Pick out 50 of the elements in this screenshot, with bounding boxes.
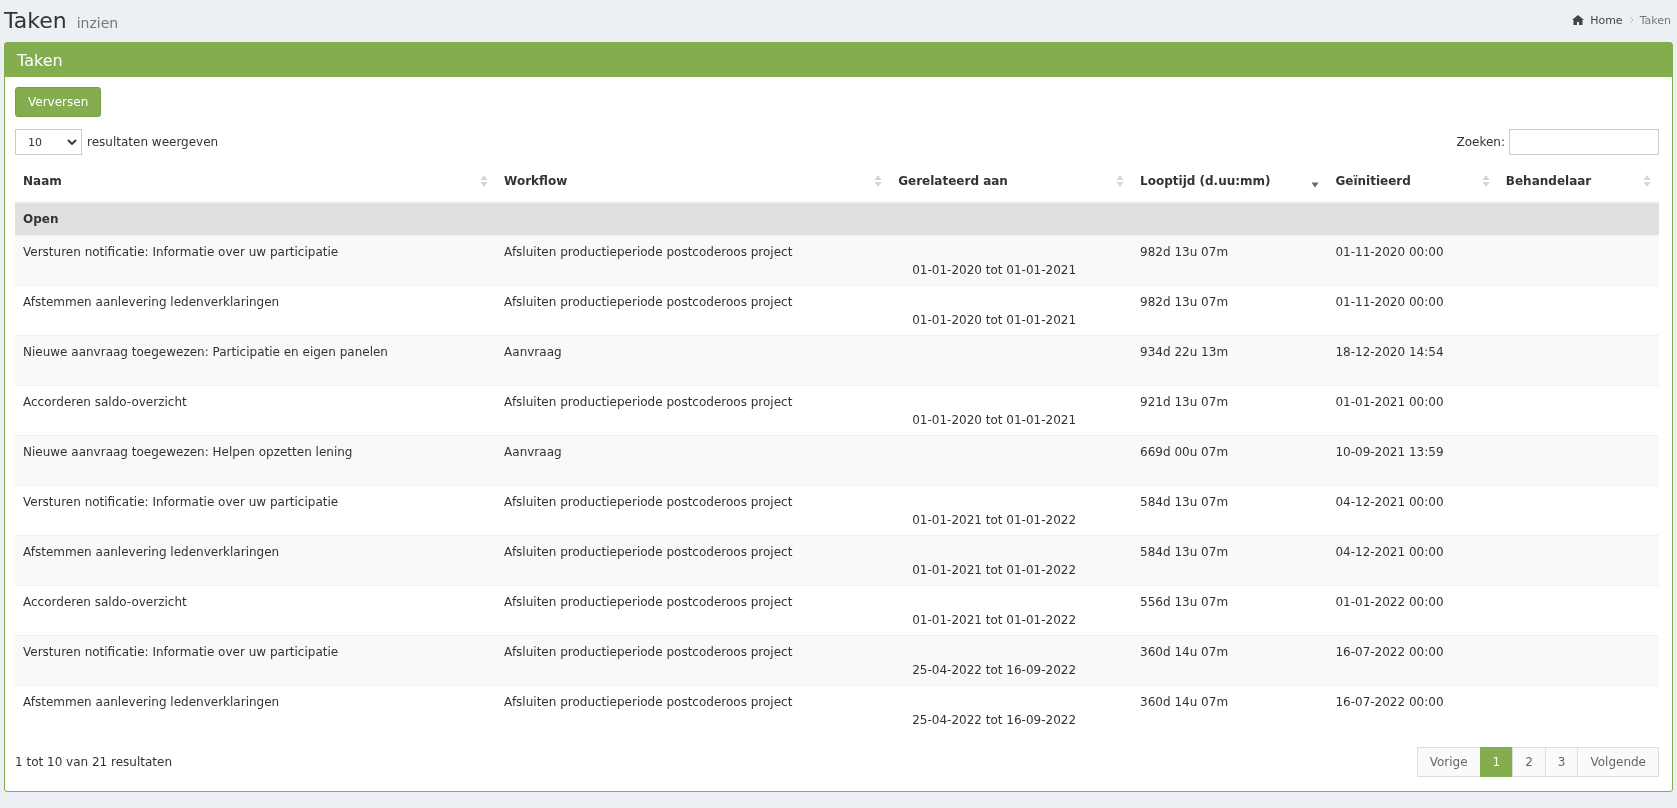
breadcrumb-item: Taken <box>1639 13 1671 27</box>
next-button[interactable]: Volgende <box>1577 747 1659 777</box>
table-cell: 01-01-2021 tot 01-01-2022 <box>912 512 1077 527</box>
search-field[interactable] <box>1509 129 1659 155</box>
table-cell: 01-01-2020 tot 01-01-2021 <box>912 412 1077 427</box>
table-cell: Afsluiten productieperiode postcoderoos project <box>496 635 891 685</box>
breadcrumb-item[interactable]: Home <box>1590 13 1623 27</box>
table-cell: 10-09-2021 13:59 <box>1327 435 1498 485</box>
table-cell: 01-01-2020 tot 01-01-2021 <box>912 262 1077 277</box>
table-cell: Versturen notificatie: Informatie over uw participatie <box>15 635 497 685</box>
table-cell: 584d 13u 07m <box>1132 535 1328 585</box>
table-cell: Afstemmen aanlevering ledenverklaringen <box>15 535 497 585</box>
table-cell: 982d 13u 07m <box>1132 235 1328 285</box>
previous-button[interactable]: Vorige <box>1416 747 1481 777</box>
table-cell: 25-04-2022 tot 16-09-2022 <box>912 662 1077 677</box>
chevron-down-icon <box>67 138 77 146</box>
page-button[interactable]: 3 <box>1544 747 1579 777</box>
table-cell: 934d 22u 13m <box>1132 335 1328 385</box>
table-cell: 01-01-2021 tot 01-01-2022 <box>912 612 1077 627</box>
table-cell: 01-01-2021 tot 01-01-2022 <box>912 562 1077 577</box>
table-cell: 360d 14u 07m <box>1132 685 1328 735</box>
results-info: 1 tot 10 van 21 resultaten <box>15 755 173 769</box>
home-icon <box>1572 15 1585 25</box>
table-cell: 16-07-2022 00:00 <box>1327 685 1498 735</box>
table-cell: Afstemmen aanlevering ledenverklaringen <box>15 685 497 735</box>
table-cell: Afsluiten productieperiode postcoderoos project <box>496 535 891 585</box>
table-cell: 01-01-2020 tot 01-01-2021 <box>912 312 1077 327</box>
table-cell: Aanvraag <box>496 335 891 385</box>
table-cell: Versturen notificatie: Informatie over uw participatie <box>15 235 497 285</box>
table-cell: 18-12-2020 14:54 <box>1327 335 1498 385</box>
page-subtitle: inzien <box>76 14 119 31</box>
page-button[interactable]: 2 <box>1512 747 1546 777</box>
table-cell: 16-07-2022 00:00 <box>1327 635 1498 685</box>
table-cell: 04-12-2021 00:00 <box>1327 535 1498 585</box>
table-cell: 01-11-2020 00:00 <box>1327 235 1498 285</box>
table-cell: 360d 14u 07m <box>1132 635 1328 685</box>
chevron-right-icon <box>1628 16 1634 24</box>
table-cell: Aanvraag <box>496 435 891 485</box>
table-cell: 669d 00u 07m <box>1132 435 1328 485</box>
table-cell: Afsluiten productieperiode postcoderoos project <box>496 235 891 285</box>
table-cell: Nieuwe aanvraag toegewezen: Participatie en eigen panelen <box>15 335 497 385</box>
group-header: Open <box>15 202 1659 235</box>
page-length-label: resultaten weergeven <box>87 135 219 149</box>
table-cell: 25-04-2022 tot 16-09-2022 <box>912 713 1077 727</box>
panel-title: Taken <box>17 50 63 70</box>
search-label: Zoeken: <box>1456 135 1505 149</box>
table-cell: Nieuwe aanvraag toegewezen: Helpen opzetten lening <box>15 435 497 485</box>
page-length-select[interactable]: 10 <box>15 129 82 155</box>
table-cell: Afsluiten productieperiode postcoderoos project <box>496 685 891 735</box>
page-title: Taken <box>4 7 67 33</box>
